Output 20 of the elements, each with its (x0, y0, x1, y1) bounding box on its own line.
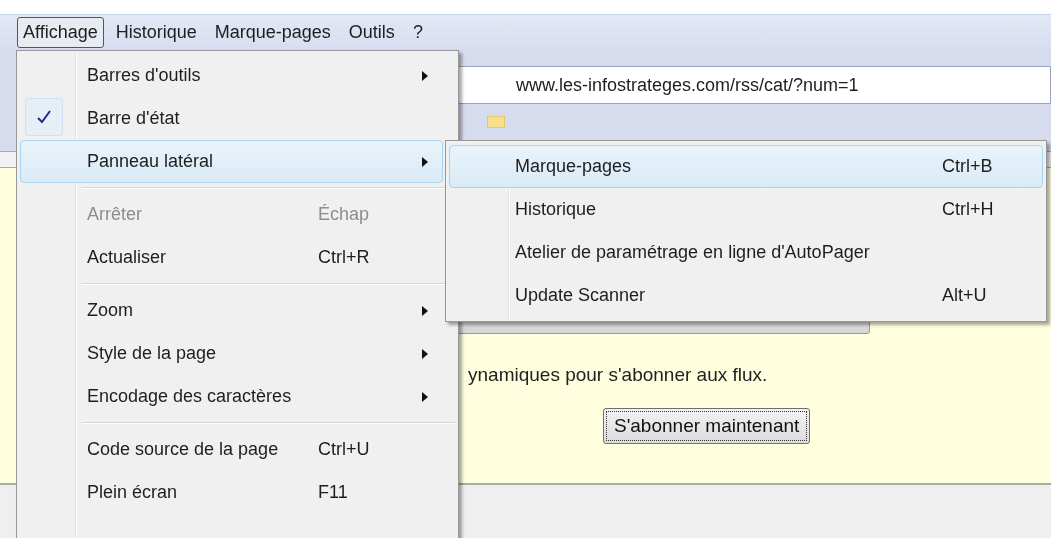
menu-item[interactable]: Atelier de paramétrage en ligne d'AutoPager (449, 231, 1043, 274)
menu-item[interactable]: Actualiser Ctrl+R (20, 236, 443, 279)
menu-item[interactable]: Panneau latéral (20, 140, 443, 183)
menu-item[interactable]: Plein écran F11 (20, 471, 443, 514)
menu-item[interactable]: Encodage des caractères (20, 375, 443, 418)
subscribe-button[interactable]: S'abonner maintenant (603, 408, 811, 444)
menu-item[interactable]: Historique Ctrl+H (449, 188, 1043, 231)
menubar-item[interactable]: ? (406, 16, 429, 48)
menu-item[interactable]: Marque-pages Ctrl+B (449, 145, 1043, 188)
menubar-item[interactable]: Historique (109, 16, 203, 48)
menubar-item[interactable]: Marque-pages (208, 16, 337, 48)
menu-item[interactable]: Update Scanner Alt+U (449, 274, 1043, 317)
menubar-item[interactable]: Outils (342, 16, 401, 48)
address-text: www.les-infostrateges.com/rss/cat/?num=1 (516, 74, 859, 96)
feed-message: ynamiques pour s'abonner aux flux. (468, 364, 769, 386)
menu-item[interactable]: Code source de la page Ctrl+U (20, 428, 443, 471)
menu-item[interactable]: Zoom (20, 289, 443, 332)
menubar-item[interactable]: Affichage (17, 16, 104, 48)
folder-icon[interactable] (487, 116, 505, 128)
menu-item[interactable]: Style de la page (20, 332, 443, 375)
